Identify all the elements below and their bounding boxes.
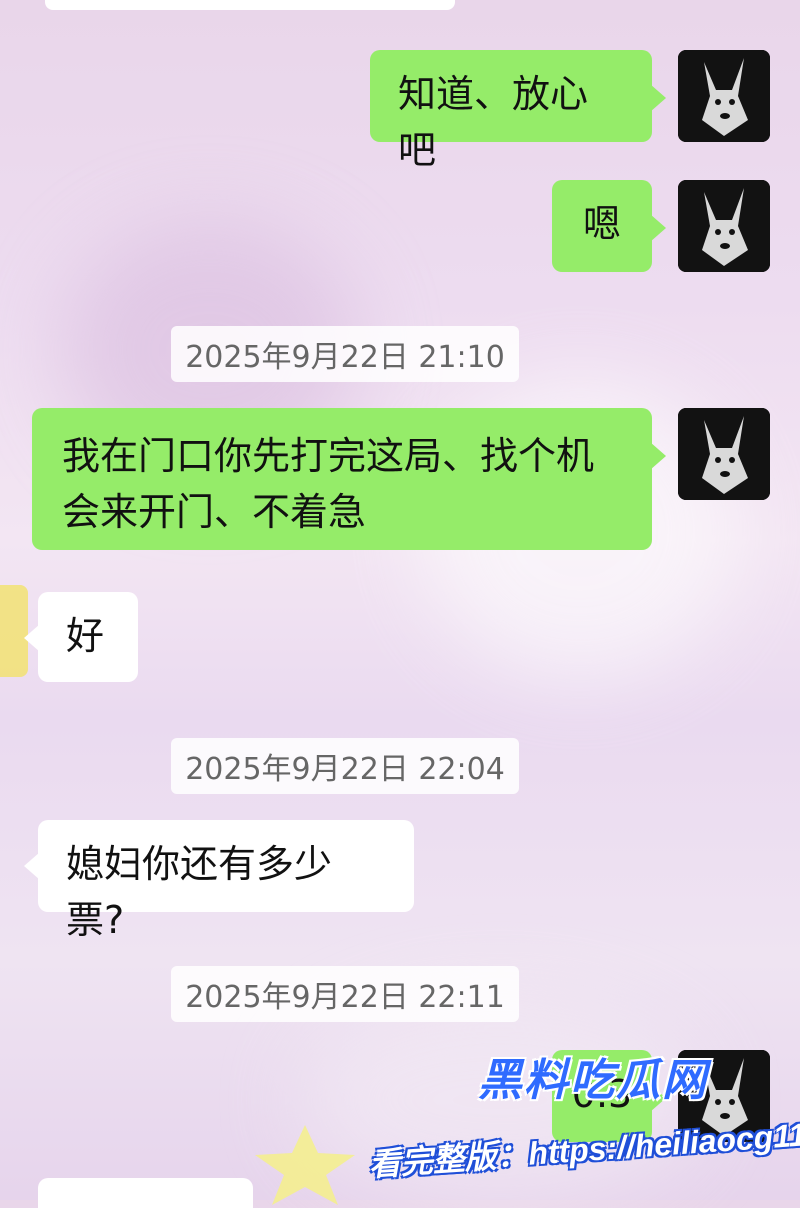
- chat-message-received[interactable]: 好: [24, 592, 138, 682]
- message-bubble[interactable]: 我在门口你先打完这局、找个机会来开门、不着急: [32, 408, 666, 550]
- timestamp-text: 2025年9月22日 22:04: [171, 738, 519, 794]
- timestamp-text: 2025年9月22日 22:11: [171, 966, 519, 1022]
- message-bubble[interactable]: 知道、放心吧: [370, 50, 666, 172]
- chat-message-sent[interactable]: 嗯: [552, 180, 770, 272]
- chat-timestamp: 2025年9月22日 22:11: [0, 966, 690, 1022]
- avatar[interactable]: [678, 408, 770, 500]
- watermark-brand: 黑料吃瓜网: [478, 1056, 708, 1105]
- avatar[interactable]: [678, 180, 770, 272]
- chat-message-sent[interactable]: 我在门口你先打完这局、找个机会来开门、不着急: [32, 408, 770, 550]
- star-icon: [255, 1125, 355, 1205]
- chat-message-received[interactable]: 媳妇你还有多少票?: [24, 820, 414, 942]
- top-partial-bubble: [45, 0, 455, 10]
- dog-avatar-icon: [678, 408, 770, 500]
- message-bubble[interactable]: 嗯: [552, 180, 666, 272]
- message-bubble[interactable]: 好: [24, 592, 138, 682]
- chat-timestamp: 2025年9月22日 21:10: [0, 326, 690, 382]
- dog-avatar-icon: [678, 50, 770, 142]
- message-bubble[interactable]: 媳妇你还有多少票?: [24, 820, 414, 942]
- avatar[interactable]: [678, 50, 770, 142]
- dog-avatar-icon: [678, 180, 770, 272]
- chat-message-sent[interactable]: 知道、放心吧: [370, 50, 770, 172]
- bottom-partial-bubble: [38, 1178, 253, 1208]
- chat-timestamp: 2025年9月22日 22:04: [0, 738, 690, 794]
- timestamp-text: 2025年9月22日 21:10: [171, 326, 519, 382]
